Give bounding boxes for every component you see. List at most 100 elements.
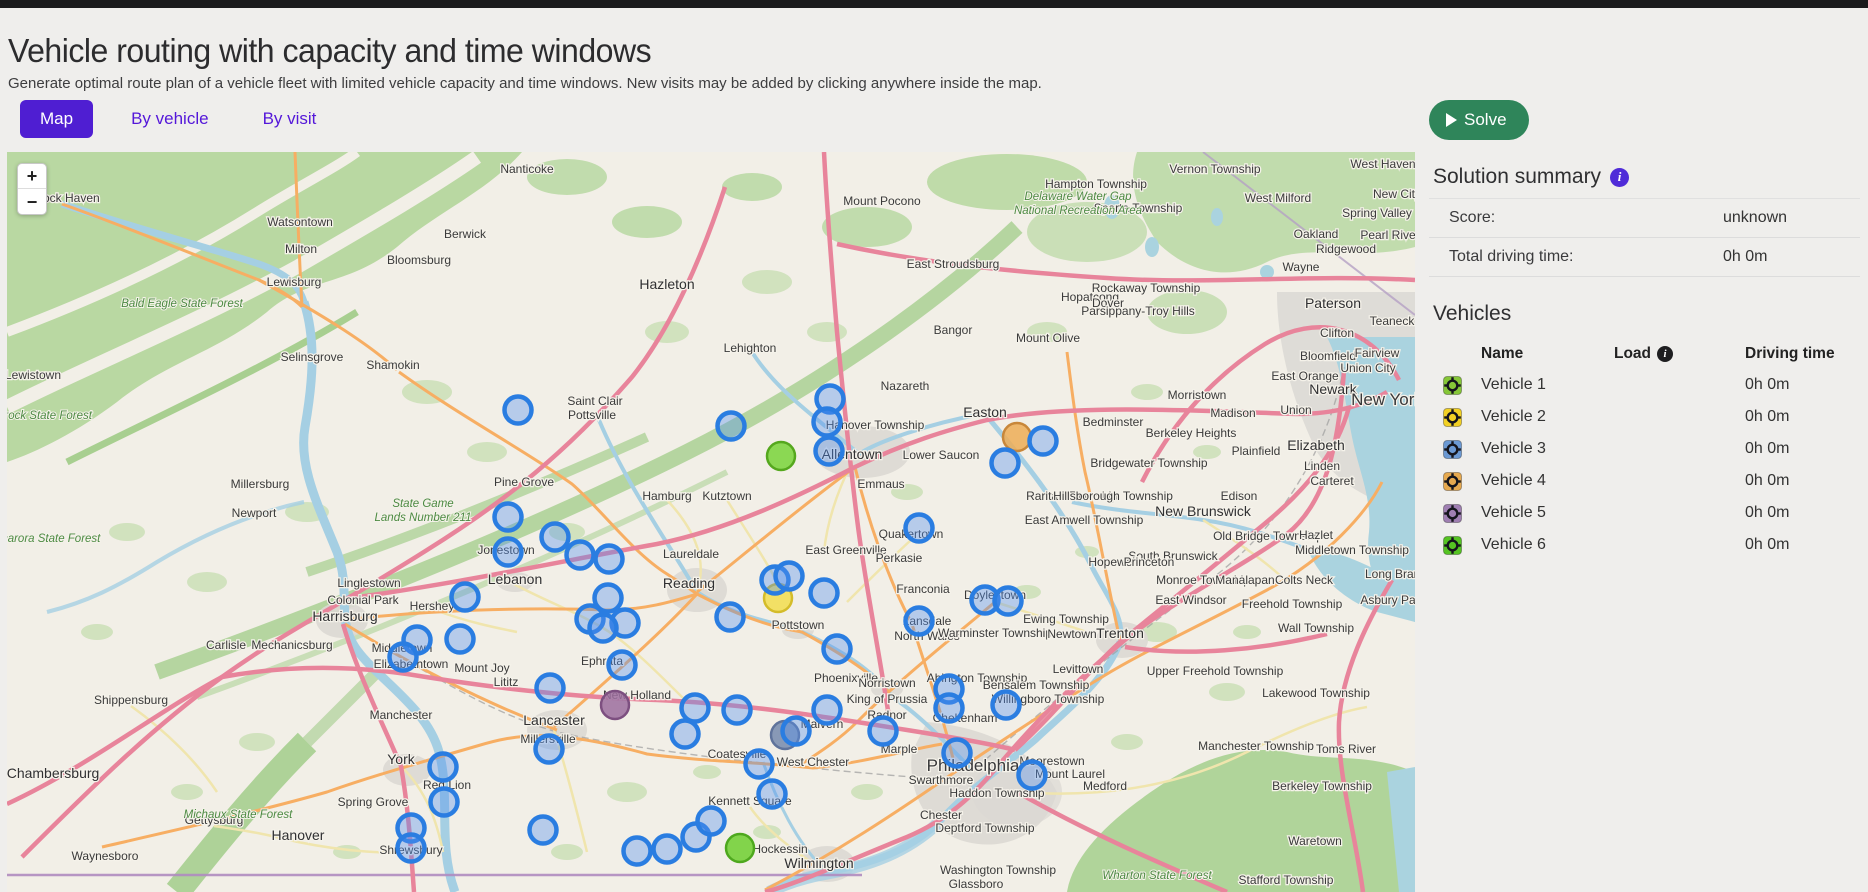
depot-marker[interactable]	[767, 442, 795, 470]
visit-marker[interactable]	[814, 409, 841, 436]
map-label: Elizabeth	[1287, 437, 1345, 453]
visit-marker[interactable]	[995, 588, 1022, 615]
map-label: Fairview	[1355, 346, 1400, 360]
map-label: Lands Number 211	[375, 512, 472, 524]
visit-marker[interactable]	[906, 608, 933, 635]
visit-marker[interactable]	[567, 542, 594, 569]
visit-marker[interactable]	[505, 397, 532, 424]
vehicle-name: Vehicle 2	[1481, 408, 1614, 426]
map-label: Bangor	[934, 323, 973, 337]
depot-marker[interactable]	[1003, 423, 1031, 451]
visit-marker[interactable]	[992, 450, 1019, 477]
visit-marker[interactable]	[590, 615, 617, 642]
table-row: Vehicle 50h 0m	[1429, 497, 1860, 529]
visit-marker[interactable]	[724, 697, 751, 724]
visit-marker[interactable]	[993, 692, 1020, 719]
map-label: Lebanon	[488, 571, 543, 587]
map-label: Glassboro	[949, 877, 1004, 891]
visit-marker[interactable]	[542, 524, 569, 551]
visit-marker[interactable]	[824, 636, 851, 663]
depot-marker[interactable]	[726, 834, 754, 862]
vehicle-driving-time: 0h 0m	[1745, 408, 1860, 426]
map-label: Colts Neck	[1275, 573, 1334, 587]
summary-row-label: Score:	[1449, 209, 1723, 227]
info-icon[interactable]: i	[1610, 168, 1629, 187]
tab-map[interactable]: Map	[20, 100, 93, 138]
visit-marker[interactable]	[430, 754, 457, 781]
visit-marker[interactable]	[495, 504, 522, 531]
map-label: Wall Township	[1278, 621, 1354, 635]
map-label: York	[387, 751, 416, 767]
visit-marker[interactable]	[596, 546, 623, 573]
zoom-in-button[interactable]: +	[18, 164, 46, 189]
visit-marker[interactable]	[814, 697, 841, 724]
vehicles-title-text: Vehicles	[1433, 302, 1511, 326]
visit-marker[interactable]	[746, 751, 773, 778]
visit-marker[interactable]	[698, 808, 725, 835]
info-icon[interactable]: i	[1657, 346, 1673, 362]
visit-marker[interactable]	[447, 626, 474, 653]
visit-marker[interactable]	[495, 539, 522, 566]
map-label: Union	[1280, 403, 1311, 417]
tab-bar: Map By vehicle By visit	[20, 100, 332, 138]
tab-by-visit[interactable]: By visit	[247, 100, 333, 138]
map[interactable]: + −	[7, 152, 1415, 892]
visit-marker[interactable]	[1019, 762, 1046, 789]
map-label: New York	[1351, 390, 1415, 409]
visit-marker[interactable]	[936, 695, 963, 722]
map-label: Spring Valley	[1342, 206, 1412, 220]
zoom-out-button[interactable]: −	[18, 189, 46, 214]
visit-marker[interactable]	[672, 721, 699, 748]
map-label: Emmaus	[857, 477, 904, 491]
tab-by-vehicle[interactable]: By vehicle	[115, 100, 224, 138]
table-row: Vehicle 60h 0m	[1429, 529, 1860, 561]
map-label: Selinsgrove	[281, 350, 344, 364]
page-subtitle: Generate optimal route plan of a vehicle…	[8, 75, 1042, 92]
map-label: Stafford Township	[1239, 873, 1334, 887]
visit-marker[interactable]	[609, 652, 636, 679]
visit-marker[interactable]	[398, 835, 425, 862]
map-label: Bedminster	[1083, 415, 1144, 429]
solve-button[interactable]: Solve	[1429, 100, 1529, 140]
visit-marker[interactable]	[870, 718, 897, 745]
visit-marker[interactable]	[530, 817, 557, 844]
visit-marker[interactable]	[776, 563, 803, 590]
depot-marker[interactable]	[601, 691, 629, 719]
map-label: Millersburg	[231, 477, 290, 491]
map-label: West Haven	[1350, 157, 1415, 171]
visit-marker[interactable]	[536, 736, 563, 763]
visit-marker[interactable]	[759, 781, 786, 808]
visit-marker[interactable]	[783, 718, 810, 745]
map-label: Laureldale	[663, 547, 719, 561]
visit-marker[interactable]	[624, 838, 651, 865]
visit-marker[interactable]	[816, 438, 843, 465]
map-label: Madison	[1210, 406, 1255, 420]
map-label: West Milford	[1245, 191, 1311, 205]
map-label: Wharton State Forest	[1102, 870, 1212, 882]
visit-marker[interactable]	[537, 675, 564, 702]
visit-marker[interactable]	[718, 413, 745, 440]
map-label: Wayne	[1283, 260, 1320, 274]
visit-marker[interactable]	[654, 836, 681, 863]
visit-marker[interactable]	[944, 740, 971, 767]
visit-marker[interactable]	[431, 789, 458, 816]
app-window: Vehicle routing with capacity and time w…	[0, 0, 1868, 892]
map-label: Colonial Park	[327, 593, 399, 607]
visit-marker[interactable]	[811, 580, 838, 607]
visit-marker[interactable]	[390, 644, 417, 671]
summary-row: Score:unknown	[1429, 199, 1860, 238]
visit-marker[interactable]	[1030, 428, 1057, 455]
map-canvas[interactable]: Lock HavenNanticokeBerwickWatsontownMilt…	[7, 152, 1415, 892]
map-label: Newport	[232, 506, 277, 520]
visit-marker[interactable]	[452, 584, 479, 611]
visit-marker[interactable]	[682, 695, 709, 722]
table-row: Vehicle 2 0h 0m	[1429, 401, 1860, 433]
map-label: Warminster Township	[938, 626, 1052, 640]
vehicle-icon	[1443, 408, 1462, 427]
map-label: Lititz	[494, 675, 519, 689]
map-label: Chambersburg	[7, 765, 99, 781]
map-label: New City	[1373, 187, 1415, 201]
visit-marker[interactable]	[717, 604, 744, 631]
visit-marker[interactable]	[906, 515, 933, 542]
map-label: Bald Eagle State Forest	[121, 298, 243, 310]
